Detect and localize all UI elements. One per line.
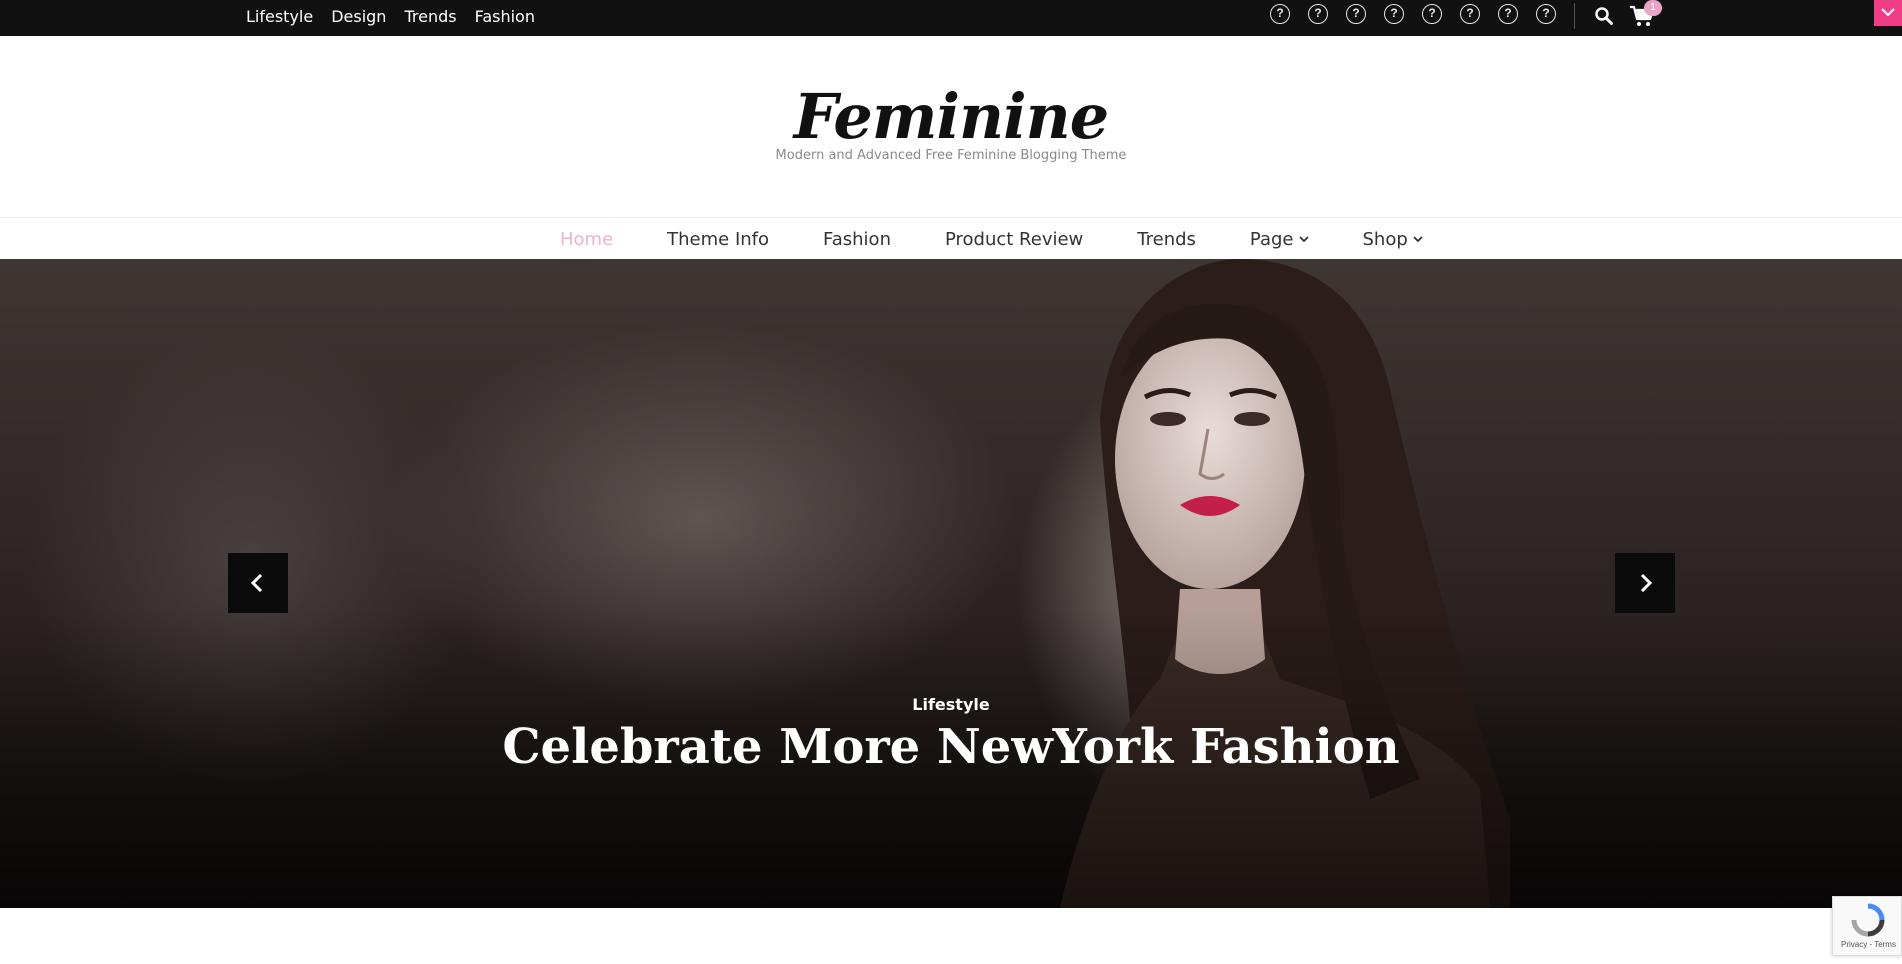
recaptcha-badge[interactable]: Privacy - Terms [1832, 896, 1902, 956]
hero-category-link[interactable]: Lifestyle [0, 695, 1902, 714]
nav-item-label: Home [560, 228, 614, 250]
top-bar: Lifestyle Design Trends Fashion ? ? ? ? … [0, 0, 1902, 36]
hero-slider[interactable]: Lifestyle Celebrate More NewYork Fashion [0, 259, 1902, 908]
social-unknown-icon[interactable]: ? [1422, 4, 1442, 24]
cart-count-badge: 1 [1644, 0, 1662, 16]
recaptcha-icon [1851, 903, 1885, 937]
nav-item-label: Theme Info [667, 228, 770, 250]
chevron-down-icon [1298, 236, 1309, 243]
slider-prev-button[interactable] [228, 553, 288, 613]
nav-item-label: Page [1249, 228, 1294, 250]
top-link-lifestyle[interactable]: Lifestyle [246, 7, 313, 26]
chevron-right-icon [1640, 573, 1653, 593]
slider-next-button[interactable] [1615, 553, 1675, 613]
nav-item-product-review[interactable]: Product Review [945, 229, 1083, 250]
nav-item-theme-info[interactable]: Theme Info [667, 229, 769, 250]
social-unknown-icon[interactable]: ? [1498, 4, 1518, 24]
nav-item-label: Trends [1137, 228, 1196, 250]
nav-item-shop[interactable]: Shop [1363, 229, 1423, 250]
social-unknown-icon[interactable]: ? [1308, 4, 1328, 24]
nav-item-home[interactable]: Home [560, 229, 613, 250]
site-title[interactable]: Feminine [0, 80, 1902, 153]
social-unknown-icon[interactable]: ? [1270, 4, 1290, 24]
topbar-divider [1574, 3, 1575, 29]
social-links: ? ? ? ? ? ? ? ? [1270, 4, 1556, 24]
recaptcha-links[interactable]: Privacy - Terms [1841, 940, 1896, 949]
social-unknown-icon[interactable]: ? [1384, 4, 1404, 24]
nav-item-label: Shop [1362, 228, 1408, 250]
nav-item-trends[interactable]: Trends [1137, 229, 1196, 250]
main-nav: Home Theme Info Fashion Product Review T… [0, 217, 1902, 260]
chevron-left-icon [250, 573, 263, 593]
top-link-fashion[interactable]: Fashion [475, 7, 535, 26]
social-unknown-icon[interactable]: ? [1460, 4, 1480, 24]
hero-title-link[interactable]: Celebrate More NewYork Fashion [0, 719, 1902, 775]
nav-item-label: Fashion [823, 228, 891, 250]
top-menu: Lifestyle Design Trends Fashion [246, 0, 535, 32]
site-tagline: Modern and Advanced Free Feminine Bloggi… [775, 148, 1127, 163]
top-link-design[interactable]: Design [331, 7, 386, 26]
search-icon[interactable] [1594, 6, 1614, 26]
chevron-down-icon [1413, 236, 1423, 243]
nav-item-page[interactable]: Page [1250, 229, 1309, 250]
social-unknown-icon[interactable]: ? [1346, 4, 1366, 24]
nav-item-fashion[interactable]: Fashion [823, 229, 891, 250]
top-link-trends[interactable]: Trends [404, 7, 456, 26]
social-unknown-icon[interactable]: ? [1536, 4, 1556, 24]
header-toggle-button[interactable] [1874, 0, 1902, 26]
chevron-down-icon [1881, 8, 1895, 17]
nav-item-label: Product Review [944, 228, 1084, 250]
